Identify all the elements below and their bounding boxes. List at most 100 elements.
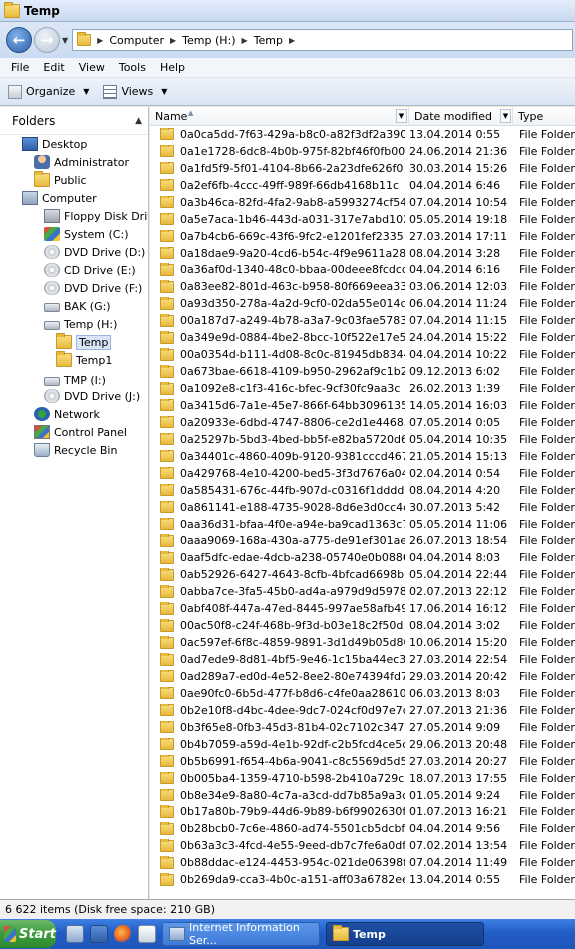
file-row[interactable]: 0a93d350-278a-4a2d-9cf0-02da55e014cf 06.0… <box>150 295 575 312</box>
file-row[interactable]: 0a3b46ca-82fd-4fa2-9ab8-a5993274cf54 07.0… <box>150 194 575 211</box>
file-row[interactable]: 0a861141-e188-4735-9028-8d6e3d0cc4d4 30.0… <box>150 499 575 516</box>
tree-item-dvd-drive-d[interactable]: DVD Drive (D:) <box>44 243 145 261</box>
file-row[interactable]: 0a25297b-5bd3-4bed-bb5f-e82ba5720d61 05.0… <box>150 431 575 448</box>
collapse-icon[interactable]: ▲ <box>135 116 142 126</box>
tree-item-floppy-disk-drive[interactable]: Floppy Disk Drive <box>44 207 148 225</box>
menu-help[interactable]: Help <box>153 61 192 74</box>
chevron-right-icon[interactable]: ▶ <box>170 36 176 45</box>
file-row[interactable]: 0aa36d31-bfaa-4f0e-a94e-ba9cad1363c7 05.0… <box>150 516 575 533</box>
menu-file[interactable]: File <box>4 61 36 74</box>
breadcrumb-temp[interactable]: Temp <box>254 34 283 47</box>
file-row[interactable]: 0abf408f-447a-47ed-8445-997ae58afb49 17.0… <box>150 600 575 617</box>
file-row[interactable]: 0b3f65e8-0fb3-45d3-81b4-02c7102c347a 27.0… <box>150 719 575 736</box>
file-row[interactable]: 0ad7ede9-8d81-4bf5-9e46-1c15ba44ec39 27.0… <box>150 651 575 668</box>
file-row[interactable]: 0ac597ef-6f8c-4859-9891-3d1d49b05d80 10.0… <box>150 634 575 651</box>
back-button[interactable]: ← <box>6 27 32 53</box>
address-bar[interactable]: ▶ Computer ▶ Temp (H:) ▶ Temp ▶ <box>72 29 573 51</box>
tree-item-temp1[interactable]: Temp1 <box>56 351 112 369</box>
file-row[interactable]: 0a18dae9-9a20-4cd6-b54c-4f9e9611a286 08.0… <box>150 245 575 262</box>
file-row[interactable]: 0a429768-4e10-4200-bed5-3f3d7676a04e 02.0… <box>150 465 575 482</box>
file-row[interactable]: 0aaa9069-168a-430a-a775-de91ef301ae0 26.0… <box>150 533 575 550</box>
tree-item-computer[interactable]: Computer <box>22 189 97 207</box>
file-row[interactable]: 0ab52926-6427-4643-8cfb-4bfcad6698b1 05.0… <box>150 566 575 583</box>
dvd-icon <box>44 281 60 295</box>
file-row[interactable]: 00a187d7-a249-4b78-a3a7-9c03fae57830 07.0… <box>150 312 575 329</box>
file-date-modified: 03.06.2014 12:03 <box>409 280 508 294</box>
file-row[interactable]: 0a1fd5f9-5f01-4104-8b66-2a23dfe626f0 30.0… <box>150 160 575 177</box>
tree-item-dvd-drive-f[interactable]: DVD Drive (F:) <box>44 279 142 297</box>
file-row[interactable]: 0b88ddac-e124-4453-954c-021de06398f6 07.0… <box>150 854 575 871</box>
file-row[interactable]: 0a20933e-6dbd-4747-8806-ce2d1e446839 07.0… <box>150 414 575 431</box>
folders-header[interactable]: Folders ▲ <box>0 107 148 135</box>
firefox-icon[interactable] <box>114 925 132 943</box>
task-temp[interactable]: Temp <box>326 922 484 946</box>
tree-item-network[interactable]: Network <box>34 405 100 423</box>
file-row[interactable]: 0a585431-676c-44fb-907d-c0316f1dddde 08.0… <box>150 482 575 499</box>
file-row[interactable]: 0b63a3c3-4fcd-4e55-9eed-db7c7fe6a0df 07.0… <box>150 837 575 854</box>
show-desktop-icon[interactable] <box>90 925 108 943</box>
column-date-modified[interactable]: Date modified ▼ <box>409 107 513 126</box>
recycle-bin-icon <box>34 443 50 457</box>
file-row[interactable]: 0aaf5dfc-edae-4dcb-a238-05740e0b0886 04.0… <box>150 549 575 566</box>
notepad-icon[interactable] <box>138 925 156 943</box>
tree-item-desktop[interactable]: Desktop <box>22 135 87 153</box>
start-button[interactable]: Start <box>0 920 56 948</box>
file-type: File Folder <box>519 449 575 463</box>
file-row[interactable]: 0b8e34e9-8a80-4c7a-a3cd-dd7b85a9a3c9 01.0… <box>150 787 575 804</box>
file-row[interactable]: 0a673bae-6618-4109-b950-2962af9c1b2f 09.1… <box>150 363 575 380</box>
tree-item-dvd-drive-j[interactable]: DVD Drive (J:) <box>44 387 140 405</box>
file-row[interactable]: 0a2ef6fb-4ccc-49ff-989f-66db4168b11c 04.0… <box>150 177 575 194</box>
file-row[interactable]: 0a34401c-4860-409b-9120-9381cccd467d 21.0… <box>150 448 575 465</box>
history-dropdown-icon[interactable]: ▼ <box>62 36 68 45</box>
organize-button[interactable]: Organize ▼ <box>8 84 89 99</box>
menu-tools[interactable]: Tools <box>112 61 153 74</box>
chevron-down-icon[interactable]: ▼ <box>396 109 407 123</box>
file-row[interactable]: 0a1092e8-c1f3-416c-bfec-9cf30fc9aa3c 26.0… <box>150 380 575 397</box>
file-row[interactable]: 00a0354d-b111-4d08-8c0c-81945db8344a 04.0… <box>150 346 575 363</box>
file-row[interactable]: 0b17a80b-79b9-44d6-9b89-b6f9902630f9 01.0… <box>150 804 575 821</box>
breadcrumb-temp-drive[interactable]: Temp (H:) <box>182 34 235 47</box>
menu-edit[interactable]: Edit <box>36 61 71 74</box>
file-row[interactable]: 0a3415d6-7a1e-45e7-866f-64bb30961352 14.0… <box>150 397 575 414</box>
tree-item-temp-h[interactable]: Temp (H:) <box>44 315 117 333</box>
file-row[interactable]: 0b5b6991-f654-4b6a-9041-c8c5569d5d5d 27.0… <box>150 753 575 770</box>
file-row[interactable]: 0a5e7aca-1b46-443d-a031-317e7abd102d 05.0… <box>150 211 575 228</box>
tree-item-administrator[interactable]: Administrator <box>34 153 129 171</box>
tree-item-temp[interactable]: Temp <box>56 333 112 351</box>
file-row[interactable]: 0b005ba4-1359-4710-b598-2b410a729cb4 18.0… <box>150 770 575 787</box>
tree-item-control-panel[interactable]: Control Panel <box>34 423 127 441</box>
task-internet-information-services[interactable]: Internet Information Ser... <box>162 921 320 947</box>
file-row[interactable]: 0abba7ce-3fa5-45b0-ad4a-a979d9d5978d 02.0… <box>150 583 575 600</box>
menu-view[interactable]: View <box>72 61 112 74</box>
file-row[interactable]: 0b269da9-cca3-4b0c-a151-aff03a6782ee 13.0… <box>150 871 575 888</box>
file-row[interactable]: 0a0ca5dd-7f63-429a-b8c0-a82f3df2a390 13.0… <box>150 126 575 143</box>
file-row[interactable]: 0ae90fc0-6b5d-477f-b8d6-c4fe0aa28610 06.0… <box>150 685 575 702</box>
file-row[interactable]: 0a36af0d-1340-48c0-bbaa-00deee8fcdcd 04.0… <box>150 262 575 279</box>
file-row[interactable]: 0a349e9d-0884-4be2-8bcc-10f522e17e56 24.0… <box>150 329 575 346</box>
forward-button[interactable]: → <box>34 27 60 53</box>
tree-item-bak-g[interactable]: BAK (G:) <box>44 297 111 315</box>
tree-item-recycle-bin[interactable]: Recycle Bin <box>34 441 117 459</box>
tree-item-cd-drive-e[interactable]: CD Drive (E:) <box>44 261 136 279</box>
file-row[interactable]: 0b4b7059-a59d-4e1b-92df-c2b5fcd4ce5c 29.0… <box>150 736 575 753</box>
breadcrumb-computer[interactable]: Computer <box>109 34 164 47</box>
file-name-cell: 0a20933e-6dbd-4747-8806-ce2d1e446839 <box>150 415 405 429</box>
file-name-cell: 0b63a3c3-4fcd-4e55-9eed-db7c7fe6a0df <box>150 839 405 852</box>
chevron-right-icon[interactable]: ▶ <box>242 36 248 45</box>
tree-item-public[interactable]: Public <box>34 171 87 189</box>
chevron-right-icon[interactable]: ▶ <box>97 36 103 45</box>
file-row[interactable]: 00ac50f8-c24f-468b-9f3d-b03e18c2f50d 08.0… <box>150 617 575 634</box>
file-row[interactable]: 0a7b4cb6-669c-43f6-9fc2-e1201fef2335 27.0… <box>150 228 575 245</box>
file-row[interactable]: 0a83ee82-801d-463c-b958-80f669eea33e 03.0… <box>150 278 575 295</box>
file-row[interactable]: 0ad289a7-ed0d-4e52-8ee2-80e74394fd7e 29.0… <box>150 668 575 685</box>
tree-item-system-c[interactable]: System (C:) <box>44 225 129 243</box>
server-manager-icon[interactable] <box>66 925 84 943</box>
column-name[interactable]: Name ▲ ▼ <box>150 107 409 126</box>
file-row[interactable]: 0b28bcb0-7c6e-4860-ad74-5501cb5dcbfa 04.0… <box>150 820 575 837</box>
chevron-down-icon[interactable]: ▼ <box>500 109 511 123</box>
file-row[interactable]: 0a1e1728-6dc8-4b0b-975f-82bf46f0fb00 24.0… <box>150 143 575 160</box>
views-button[interactable]: Views ▼ <box>103 84 167 99</box>
file-row[interactable]: 0b2e10f8-d4bc-4dee-9dc7-024cf0d97e7d 27.0… <box>150 702 575 719</box>
chevron-right-icon[interactable]: ▶ <box>289 36 295 45</box>
column-type[interactable]: Type <box>513 107 575 126</box>
